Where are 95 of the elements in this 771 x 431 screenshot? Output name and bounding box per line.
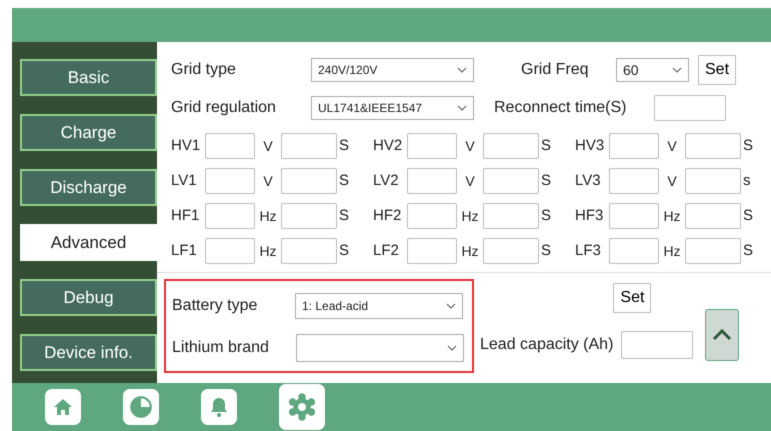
sidebar-tab[interactable]: Advanced [20,224,157,261]
grid-type-label: Grid type [171,61,237,79]
unit-label: V [666,138,678,154]
protection-label: HV3 [575,137,606,154]
chevron-down-icon [457,67,467,73]
unit-label: V [262,138,274,154]
unit-label: Hz [460,242,480,258]
sidebar-tab[interactable]: Discharge [20,169,157,206]
protection-label: LV1 [171,172,198,189]
input-field[interactable] [483,132,539,158]
input-field[interactable] [281,202,337,228]
grid-freq-label: Grid Freq [521,61,590,79]
lithium-brand-dropdown[interactable] [296,334,464,362]
input-field[interactable] [609,168,659,194]
lead-capacity-label: Lead capacity (Ah) [480,336,614,354]
input-field[interactable] [205,238,255,264]
input-field[interactable] [685,202,741,228]
input-field[interactable] [609,238,659,264]
grid-regulation-label: Grid regulation [171,99,277,117]
lithium-brand-label: Lithium brand [172,339,270,357]
input-field[interactable] [609,202,659,228]
input-field[interactable] [621,331,694,359]
grid-freq-dropdown[interactable]: 60 [616,58,689,82]
input-field[interactable] [407,202,457,228]
input-field[interactable] [205,132,255,158]
unit-label: S [339,242,350,259]
unit-label: s [743,172,750,189]
grid-type-dropdown[interactable]: 240V/120V [311,58,474,82]
protection-label: LV3 [575,172,602,189]
input-field[interactable] [281,238,337,264]
battery-type-dropdown[interactable]: 1: Lead-acid [295,293,463,319]
unit-label: Hz [662,242,682,258]
unit-label: V [464,138,476,154]
input-field[interactable] [407,238,457,264]
unit-label: S [743,242,754,259]
input-field[interactable] [654,95,726,121]
grid-regulation-dropdown[interactable]: UL1741&IEEE1547 [311,96,474,120]
unit-label: S [541,242,552,259]
unit-label: S [339,137,350,154]
unit-label: S [339,207,350,224]
protection-label: LF3 [575,242,602,259]
unit-label: Hz [258,208,278,224]
sidebar-tab[interactable]: Basic [20,59,157,96]
protection-label: LV2 [373,172,400,189]
nav-button[interactable] [201,389,237,425]
set-button[interactable]: Set [613,283,652,313]
input-field[interactable] [685,168,741,194]
unit-label: V [262,172,274,188]
chevron-up-icon [712,329,732,341]
input-field[interactable] [407,168,457,194]
chevron-down-icon [672,67,682,73]
unit-label: V [464,172,476,188]
nav-button[interactable] [45,389,81,425]
input-field[interactable] [483,168,539,194]
unit-label: Hz [258,242,278,258]
unit-label: V [666,172,678,188]
unit-label: S [743,137,754,154]
input-field[interactable] [685,132,741,158]
nav-button[interactable] [279,384,325,430]
reconnect-time-label: Reconnect time(S) [494,99,628,117]
protection-label: LF2 [373,242,400,259]
input-field[interactable] [205,202,255,228]
input-field[interactable] [205,168,255,194]
input-field[interactable] [407,132,457,158]
set-button[interactable]: Set [698,55,736,85]
chevron-down-icon [457,105,467,111]
input-field[interactable] [281,132,337,158]
unit-label: S [541,137,552,154]
unit-label: S [339,172,350,189]
input-field[interactable] [483,202,539,228]
protection-label: HF3 [575,207,604,224]
protection-label: LF1 [171,242,198,259]
input-field[interactable] [609,132,659,158]
sidebar-tab[interactable]: Debug [20,279,157,316]
input-field[interactable] [685,238,741,264]
chevron-down-icon [447,345,457,351]
input-field[interactable] [483,238,539,264]
pie-chart-icon [128,394,154,420]
protection-label: HF2 [373,207,402,224]
chevron-down-icon [446,303,456,309]
unit-label: S [743,207,754,224]
unit-label: S [541,172,552,189]
protection-label: HV1 [171,137,202,154]
gear-icon [287,392,317,422]
battery-type-label: Battery type [172,297,258,315]
protection-label: HV2 [373,137,404,154]
unit-label: Hz [662,208,682,224]
scroll-up-button[interactable] [705,309,740,361]
nav-button[interactable] [123,389,159,425]
sidebar-tab[interactable]: Device info. [20,334,157,371]
sidebar-tab[interactable]: Charge [20,114,157,151]
input-field[interactable] [281,168,337,194]
protection-label: HF1 [171,207,200,224]
unit-label: Hz [460,208,480,224]
unit-label: S [541,207,552,224]
